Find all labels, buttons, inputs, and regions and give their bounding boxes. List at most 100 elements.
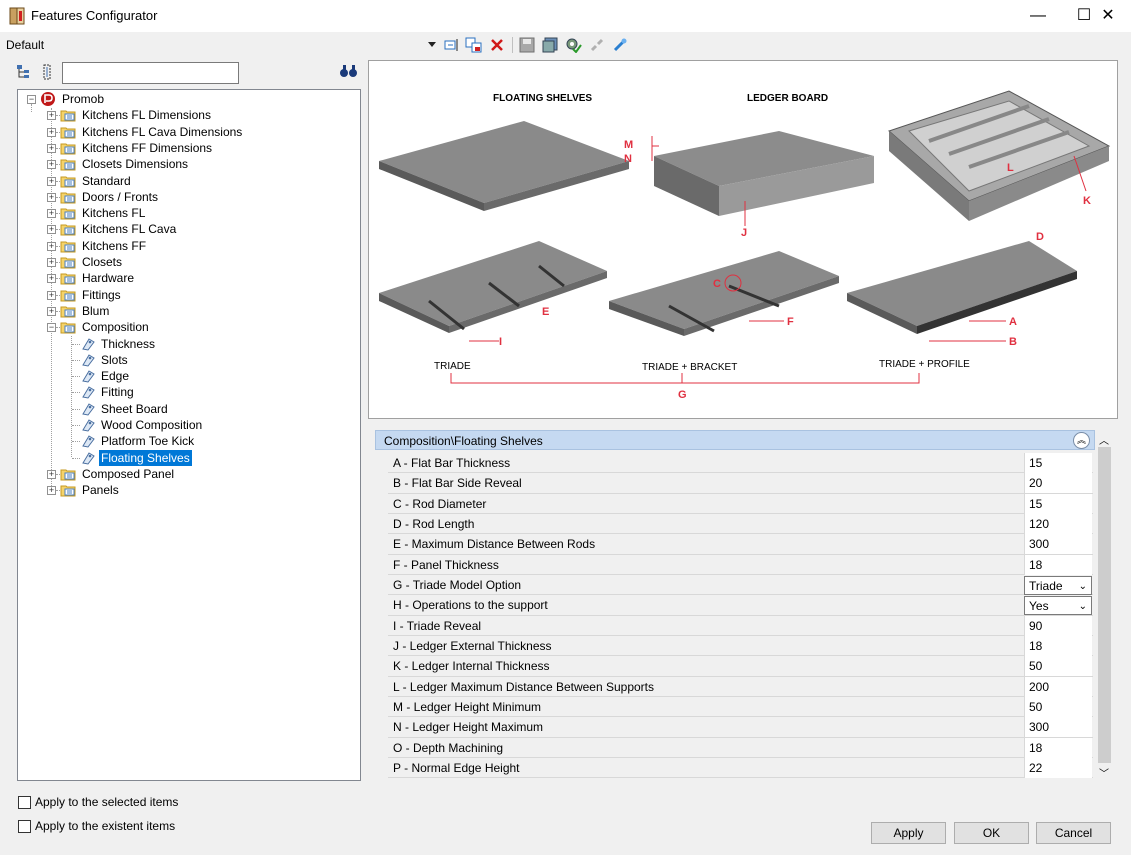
property-row: I - Triade Reveal 90 — [388, 615, 1093, 636]
search-icon[interactable] — [340, 64, 358, 78]
expand-expander[interactable]: + — [47, 176, 56, 186]
tree-node[interactable]: + Kitchens FL Cava Dimensions — [18, 124, 338, 140]
expand-expander[interactable]: + — [47, 241, 56, 251]
folder-icon — [60, 159, 76, 171]
tree-leaf[interactable]: Thickness — [18, 336, 338, 352]
apply-button[interactable]: Apply — [871, 822, 946, 844]
tree-node[interactable]: + Kitchens FL — [18, 205, 338, 221]
expand-expander[interactable]: + — [47, 306, 56, 316]
settings-icon[interactable] — [563, 35, 583, 55]
expand-expander[interactable]: + — [47, 486, 56, 496]
save-icon[interactable] — [517, 35, 537, 55]
tree-root[interactable]: − Promob — [18, 91, 218, 107]
property-select[interactable]: Triade ⌄ — [1024, 575, 1092, 595]
save-all-icon[interactable] — [540, 35, 560, 55]
search-input[interactable] — [62, 62, 239, 84]
tree-node[interactable]: + Kitchens FL Dimensions — [18, 107, 338, 123]
property-value-field[interactable]: 18 — [1024, 737, 1092, 758]
tree-node[interactable]: + Closets Dimensions — [18, 156, 338, 172]
property-select[interactable]: Yes ⌄ — [1024, 596, 1092, 616]
tree-node[interactable]: + Doors / Fronts — [18, 189, 338, 205]
apply-selected-checkbox[interactable] — [18, 796, 31, 809]
apply-existent-checkbox[interactable] — [18, 820, 31, 833]
property-value: 50 — [1029, 659, 1043, 674]
tree-node[interactable]: + Composed Panel — [18, 466, 338, 482]
expand-expander[interactable]: + — [47, 225, 56, 235]
rename-icon[interactable] — [442, 35, 462, 55]
expand-expander[interactable]: + — [47, 160, 56, 170]
tree-node[interactable]: + Kitchens FL Cava — [18, 221, 338, 237]
expand-expander[interactable]: + — [47, 258, 56, 267]
cancel-button[interactable]: Cancel — [1036, 822, 1111, 844]
property-row: B - Flat Bar Side Reveal 20 — [388, 473, 1093, 494]
property-value-field[interactable]: 50 — [1024, 656, 1092, 677]
tree-node-label: Kitchens FL Cava — [82, 222, 177, 237]
property-value: 15 — [1029, 496, 1043, 511]
tree-node[interactable]: + Panels — [18, 482, 338, 498]
tree-node[interactable]: + Closets — [18, 254, 338, 270]
minimize-button[interactable]: — — [1015, 0, 1061, 32]
dropdown-arrow-icon[interactable] — [426, 35, 438, 55]
property-value-field[interactable]: 20 — [1024, 473, 1092, 494]
tree-node[interactable]: + Kitchens FF Dimensions — [18, 140, 338, 156]
expand-expander[interactable]: + — [47, 143, 56, 153]
delete-icon[interactable] — [487, 35, 507, 55]
collapse-expander[interactable]: − — [27, 95, 36, 104]
tree-leaf[interactable]: Slots — [18, 352, 338, 368]
tree-leaf[interactable]: Wood Composition — [18, 417, 338, 433]
property-value-field[interactable]: 200 — [1024, 676, 1092, 697]
diagram-svg: FLOATING SHELVES LEDGER BOARD M N J L K … — [379, 90, 1111, 401]
close-button[interactable]: ✕ — [1085, 0, 1131, 32]
tree-leaf[interactable]: Platform Toe Kick — [18, 433, 338, 449]
folder-icon — [60, 241, 76, 253]
tree-node[interactable]: + Fittings — [18, 287, 338, 303]
property-value-field[interactable]: 90 — [1024, 615, 1092, 636]
tree-leaf[interactable]: Edge — [18, 368, 338, 384]
property-value-field[interactable]: 22 — [1024, 757, 1092, 778]
chevron-down-icon[interactable]: ⌄ — [1079, 581, 1087, 592]
scroll-down-icon[interactable]: ﹀ — [1099, 765, 1109, 780]
caption-triade-bracket: TRIADE + BRACKET — [642, 362, 737, 373]
expand-expander[interactable]: + — [47, 290, 56, 300]
tree-leaf[interactable]: Fitting — [18, 384, 338, 400]
tree-node[interactable]: + Kitchens FF — [18, 238, 338, 254]
property-value: 120 — [1029, 516, 1050, 531]
property-value-field[interactable]: 50 — [1024, 696, 1092, 717]
expand-expander[interactable]: + — [47, 469, 56, 479]
property-value-field[interactable]: 18 — [1024, 635, 1092, 656]
property-row: G - Triade Model Option Triade ⌄ — [388, 575, 1093, 596]
property-name: E - Maximum Distance Between Rods — [393, 537, 596, 552]
collapse-tree-icon[interactable] — [41, 64, 53, 80]
tree-leaf[interactable]: Floating Shelves — [18, 449, 338, 466]
property-value-field[interactable]: 300 — [1024, 717, 1092, 738]
scroll-up-icon[interactable]: ︿ — [1099, 432, 1109, 447]
property-value-field[interactable]: 15 — [1024, 453, 1092, 473]
expand-expander[interactable]: + — [47, 127, 56, 137]
property-name: K - Ledger Internal Thickness — [393, 659, 550, 674]
property-value-field[interactable]: 15 — [1024, 493, 1092, 514]
ok-button[interactable]: OK — [954, 822, 1029, 844]
tree-leaf[interactable]: Sheet Board — [18, 401, 338, 417]
property-value-field[interactable]: 18 — [1024, 554, 1092, 575]
expand-expander[interactable]: + — [47, 192, 56, 202]
property-value-field[interactable]: 120 — [1024, 513, 1092, 534]
expand-expander[interactable]: + — [47, 274, 56, 284]
property-value-field[interactable]: 300 — [1024, 534, 1092, 555]
property-row: P - Normal Edge Height 22 — [388, 757, 1093, 779]
chevron-down-icon[interactable]: ⌄ — [1079, 601, 1087, 612]
unlink-icon[interactable] — [587, 35, 607, 55]
property-name: D - Rod Length — [393, 516, 475, 531]
tree-node[interactable]: + Standard — [18, 173, 338, 189]
expand-expander[interactable]: + — [47, 111, 56, 121]
scrollbar-thumb[interactable] — [1098, 447, 1111, 763]
tree-node-label: Composition — [82, 320, 149, 335]
collapse-section-button[interactable]: ︽ — [1073, 432, 1090, 449]
link-icon[interactable] — [610, 35, 630, 55]
tree-node[interactable]: + Hardware — [18, 270, 338, 286]
tree-node[interactable]: + Blum — [18, 303, 338, 319]
collapse-expander[interactable]: − — [47, 323, 56, 333]
expand-expander[interactable]: + — [47, 209, 56, 219]
tree-node[interactable]: − Composition — [18, 319, 338, 335]
expand-tree-icon[interactable] — [16, 64, 32, 80]
copy-icon[interactable] — [464, 35, 484, 55]
